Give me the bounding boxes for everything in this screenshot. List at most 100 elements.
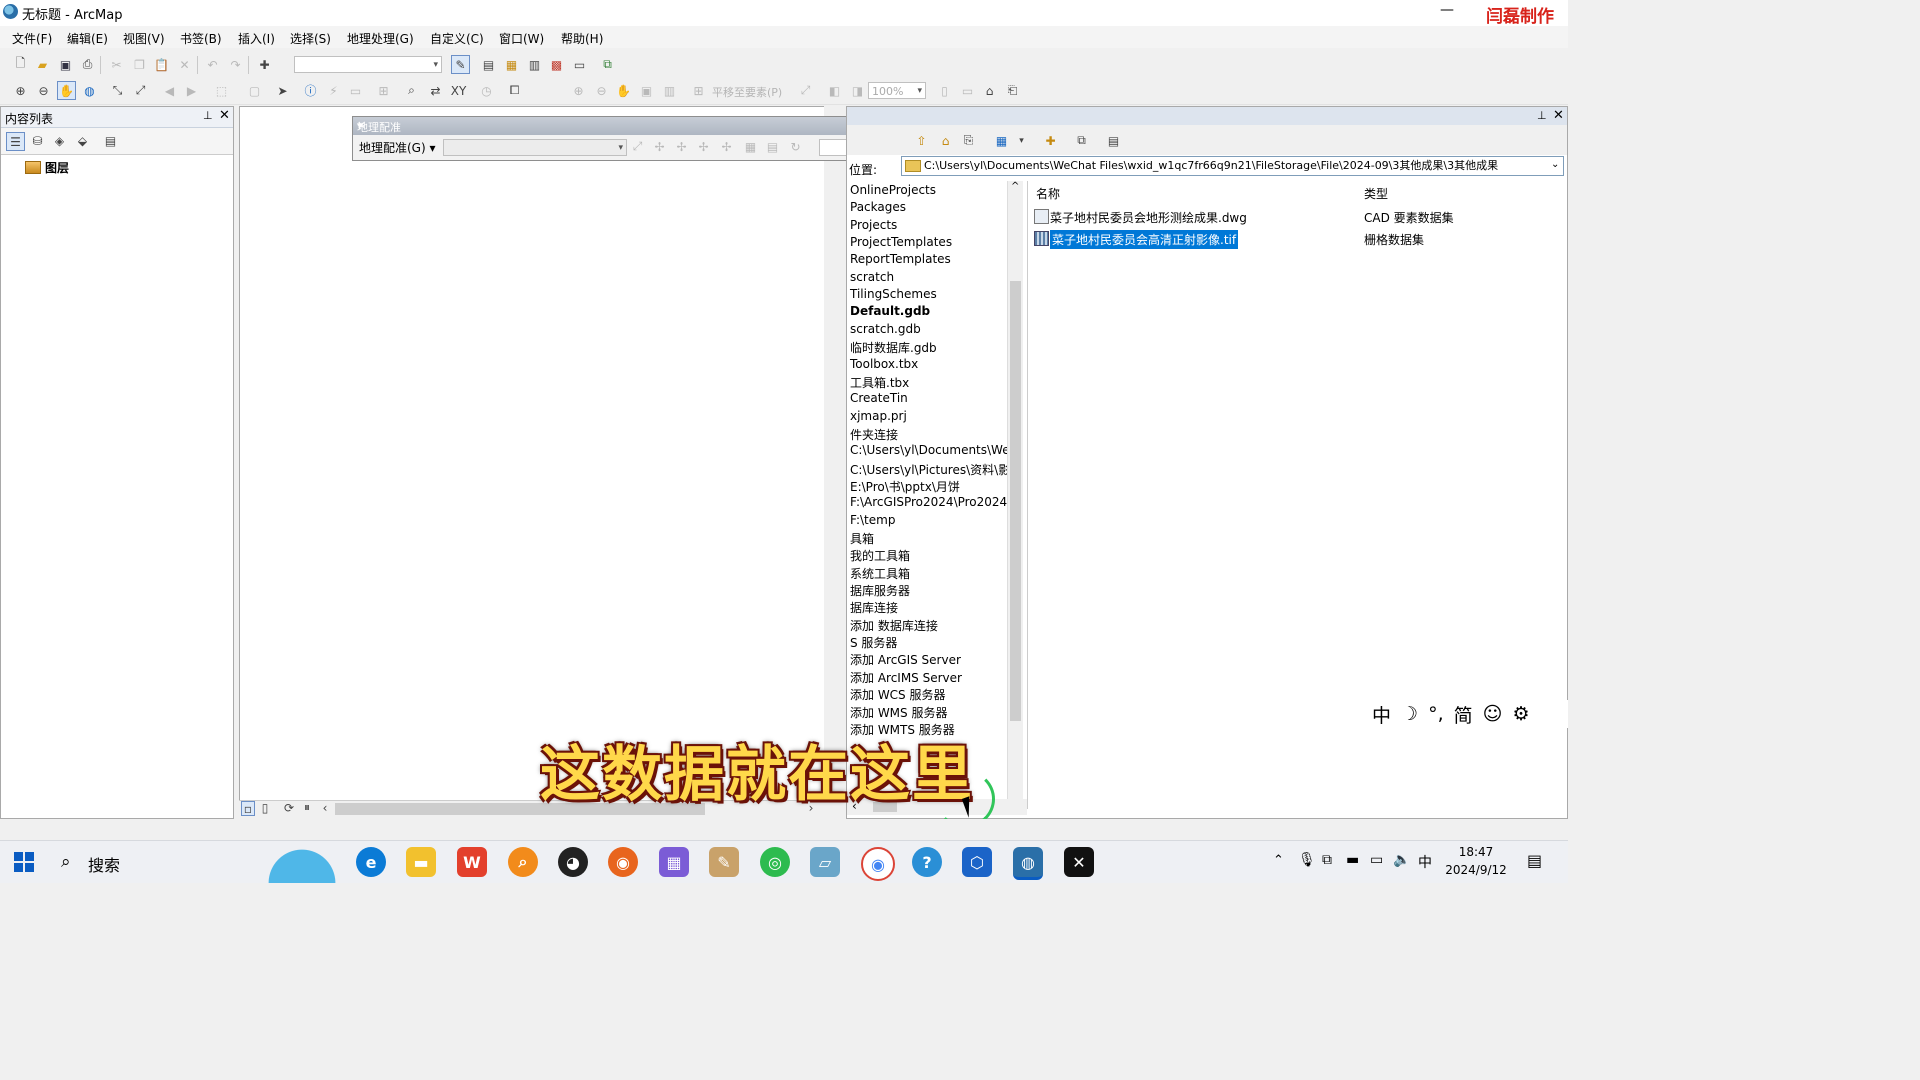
catalog-window-icon[interactable]: ▦	[503, 56, 520, 73]
tree-item[interactable]: 添加 WCS 服务器	[850, 686, 946, 703]
next-extent-icon[interactable]: ◨	[849, 82, 866, 99]
tree-item[interactable]: 据库服务器	[850, 582, 910, 599]
pan-to-features-label[interactable]: 平移至要素(P)	[712, 84, 782, 100]
options-icon[interactable]: ▤	[102, 132, 119, 149]
data-view-icon[interactable]: ▫	[241, 801, 255, 816]
create-viewer-window-icon[interactable]: ⧠	[506, 82, 523, 99]
arcmap-taskbar-icon[interactable]: ◍	[1013, 847, 1043, 880]
tree-item[interactable]: 系统工具箱	[850, 565, 910, 582]
everything-search-icon[interactable]: ⌕	[508, 847, 538, 877]
location-input[interactable]: C:\Users\yl\Documents\WeChat Files\wxid_…	[901, 156, 1564, 176]
tree-item[interactable]: 具箱	[850, 530, 874, 547]
rotate-icon[interactable]: ✢	[718, 138, 735, 155]
menu-file[interactable]: 文件(F)	[12, 30, 52, 47]
print-icon[interactable]: ⎙	[79, 56, 96, 73]
file-explorer-icon[interactable]: ▬	[406, 847, 436, 877]
connect-folder-icon[interactable]: ⎘	[960, 132, 977, 149]
layout-full-icon[interactable]: ▣	[638, 82, 655, 99]
delete-icon[interactable]: ✕	[176, 56, 193, 73]
wps-icon[interactable]: W	[457, 847, 487, 877]
menu-customize[interactable]: 自定义(C)	[430, 30, 484, 47]
change-layout-icon[interactable]: ⌂	[981, 82, 998, 99]
column-header-name[interactable]: 名称	[1036, 185, 1060, 202]
auto-registration-icon[interactable]: ✢	[695, 138, 712, 155]
pan-to-features-icon[interactable]: ⊞	[690, 82, 707, 99]
views-dropdown-icon[interactable]: ▾	[1013, 132, 1030, 149]
tree-item[interactable]: C:\Users\yl\Pictures\资料\影	[850, 461, 1007, 478]
table-row[interactable]: 菜子地村民委员会高清正射影像.tif 栅格数据集	[1028, 229, 1568, 249]
menu-insert[interactable]: 插入(I)	[238, 30, 275, 47]
clock-time[interactable]: 18:47	[1446, 845, 1506, 859]
new-folder-icon[interactable]: ✚	[1042, 132, 1059, 149]
tree-view-icon[interactable]: ⧉	[1073, 132, 1090, 149]
tree-item[interactable]: 添加 数据库连接	[850, 617, 938, 634]
map-vertical-scrollbar[interactable]	[824, 106, 838, 819]
tree-item[interactable]: Toolbox.tbx	[850, 357, 918, 371]
georef-titlebar[interactable]: 地理配准 ▾ ✕	[353, 117, 900, 135]
location-dropdown-icon[interactable]: ⌄	[1551, 159, 1559, 170]
catalog-app-icon[interactable]: ▱	[810, 847, 840, 877]
windows-start-icon[interactable]	[14, 852, 34, 872]
add-data-icon[interactable]: ✚	[256, 56, 273, 73]
firefox-icon[interactable]: ◉	[608, 847, 638, 877]
tree-item[interactable]: 我的工具箱	[850, 547, 910, 564]
modelbuilder-icon[interactable]: ⧉	[599, 56, 616, 73]
close-icon[interactable]: ✕	[219, 108, 230, 123]
fit-to-display-icon[interactable]: ⤢	[629, 138, 646, 155]
close-icon[interactable]: ✕	[1553, 108, 1564, 123]
layout-zoom-in-icon[interactable]: ⊕	[570, 82, 587, 99]
notification-icon[interactable]: ▤	[1527, 851, 1542, 870]
back-extent-icon[interactable]: ◀	[161, 82, 178, 99]
scroll-thumb[interactable]	[1010, 281, 1021, 721]
zoom-whole-page-icon[interactable]: ⤢	[797, 82, 814, 99]
scroll-up-icon[interactable]: ^	[1011, 181, 1019, 192]
tree-item[interactable]: CreateTin	[850, 391, 908, 405]
tree-item[interactable]: scratch	[850, 270, 894, 284]
tree-item[interactable]: TilingSchemes	[850, 287, 937, 301]
scale-combo[interactable]: ▾	[294, 56, 442, 73]
app-icon[interactable]: ▦	[659, 847, 689, 877]
forward-extent-icon[interactable]: ▶	[183, 82, 200, 99]
map-view[interactable]	[239, 106, 827, 819]
tree-item[interactable]: OnlineProjects	[850, 183, 936, 197]
menu-windows[interactable]: 窗口(W)	[499, 30, 544, 47]
find-icon[interactable]: ⌕	[403, 82, 420, 99]
wechat-icon[interactable]: ◎	[760, 847, 790, 877]
tree-item[interactable]: ReportTemplates	[850, 252, 951, 266]
table-row[interactable]: 菜子地村民委员会地形测绘成果.dwg CAD 要素数据集	[1028, 207, 1568, 227]
control-point-icon[interactable]: ✢	[673, 138, 690, 155]
undo-icon[interactable]: ↶	[204, 56, 221, 73]
paste-icon[interactable]: 📋	[153, 56, 170, 73]
moon-icon[interactable]: ☽	[1401, 703, 1418, 725]
tree-item[interactable]: C:\Users\yl\Documents\We	[850, 443, 1007, 457]
tree-item[interactable]: F:\ArcGISPro2024\Pro2024	[850, 495, 1007, 509]
rotate-tool-icon[interactable]: ↻	[787, 138, 804, 155]
open-folder-icon[interactable]: ▰	[34, 56, 51, 73]
catalog-tree-scrollbar[interactable]: ^	[1007, 181, 1023, 809]
measure-icon[interactable]: ⊞	[375, 82, 392, 99]
toggle-draft-icon[interactable]: ▯	[936, 82, 953, 99]
edge-icon[interactable]: e	[356, 847, 386, 877]
select-elements-icon[interactable]: ➤	[274, 82, 291, 99]
zoom-in-icon[interactable]: ⊕	[12, 82, 29, 99]
georef-menu[interactable]: 地理配准(G) ▾	[359, 139, 436, 156]
focus-frame-icon[interactable]: ▭	[959, 82, 976, 99]
save-icon[interactable]: ▣	[57, 56, 74, 73]
tree-item[interactable]: 据库连接	[850, 599, 898, 616]
view-link-table-icon[interactable]: ▦	[742, 138, 759, 155]
pin-icon[interactable]: ⊥	[1537, 109, 1547, 122]
tree-item[interactable]: Packages	[850, 200, 906, 214]
identify-icon[interactable]: ⓘ	[302, 82, 319, 99]
clock-date[interactable]: 2024/9/12	[1440, 863, 1512, 877]
emoji-icon[interactable]: ☺	[1483, 703, 1503, 725]
list-by-visibility-icon[interactable]: ◈	[51, 132, 68, 149]
display-icon[interactable]: ▭	[1370, 852, 1383, 868]
clear-selection-icon[interactable]: ▢	[246, 82, 263, 99]
up-one-level-icon[interactable]: ⇧	[913, 132, 930, 149]
tree-item[interactable]: E:\Pro\书\pptx\月饼	[850, 478, 960, 495]
time-slider-icon[interactable]: ◷	[478, 82, 495, 99]
tree-item[interactable]: xjmap.prj	[850, 409, 907, 423]
cut-icon[interactable]: ✂	[108, 56, 125, 73]
layers-label[interactable]: 图层	[45, 159, 69, 176]
paint-icon[interactable]: ✎	[709, 847, 739, 877]
